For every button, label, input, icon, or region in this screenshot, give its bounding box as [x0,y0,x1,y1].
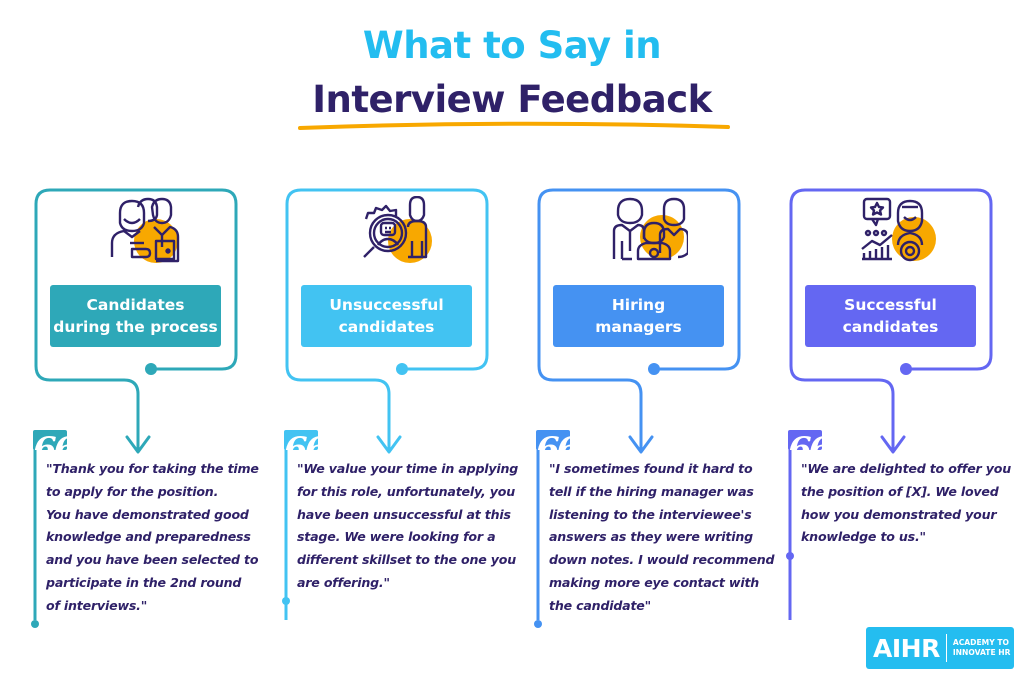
quote-line: how you demonstrated your [801,506,997,522]
quote-line: answers as they were writing [549,529,753,545]
quote-line: different skillset to the one you [297,552,516,568]
quote-line: knowledge and preparedness [46,529,251,545]
column-candidates-during-process: Candidates during the process 66 "Thank … [0,0,260,680]
quote-line: tell if the hiring manager was [549,483,754,499]
magnifier-search-candidate-icon [363,196,432,263]
logo-divider [945,634,947,662]
quote-mark-icon: 66 [33,430,67,450]
quote-line: participate in the 2nd round [46,574,242,590]
column-successful-candidates: Successful candidates 66 "We are delight… [755,0,1015,680]
successful-candidate-star-icon [861,197,936,262]
connector-dot [648,363,660,375]
connector-dot [145,363,157,375]
audience-label: Hiring managers [553,285,724,347]
logo-mark: AIHR [873,633,940,663]
feedback-quote: "I sometimes found it hard to tell if the… [549,458,775,618]
quote-line: and you have been selected to [46,552,259,568]
quote-rail-dot [282,597,290,605]
candidates-group-icon [110,197,180,263]
quote-line: the candidate" [549,597,652,613]
feedback-quote: "Thank you for taking the time to apply f… [46,458,271,618]
quote-line: have been unsuccessful at this [297,506,511,522]
audience-label: Unsuccessful candidates [301,285,472,347]
quote-line: You have demonstrated good [46,506,249,522]
feedback-quote: "We are delighted to offer you the positi… [801,458,1024,549]
quote-rail-dot [31,620,39,628]
feedback-quote: "We value your time in applying for this … [297,458,522,595]
quote-line: knowledge to us." [801,529,926,545]
quote-line: the position of [X]. We loved [801,483,999,499]
connector-dot [900,363,912,375]
quote-line: of interviews." [46,597,148,613]
quote-rail-dot [534,620,542,628]
quote-line: down notes. I would recommend [549,552,775,568]
column-unsuccessful-candidates: Unsuccessful candidates 66 "We value you… [251,0,518,680]
quote-line: "I sometimes found it hard to [549,461,753,476]
logo-tagline: ACADEMY TO INNOVATE HR [952,638,1011,657]
quote-mark-icon: 66 [284,430,318,450]
quote-line: to apply for the position. [46,483,219,499]
quote-line: listening to the interviewee's [549,506,752,522]
quote-line: stage. We were looking for a [297,529,496,545]
column-hiring-managers: Hiring managers 66 "I sometimes found it… [503,0,775,680]
connector-dot [396,363,408,375]
hiring-managers-team-icon [612,197,688,261]
quote-line: are offering." [297,574,390,590]
audience-label: Candidates during the process [50,285,221,347]
quote-line: making more eye contact with [549,574,760,590]
quote-line: "Thank you for taking the time [46,461,259,476]
quote-mark-icon: 66 [788,430,822,450]
quote-line: for this role, unfortunately, you [297,483,516,499]
quote-mark-icon: 66 [536,430,570,450]
quote-line: "We value your time in applying [297,461,519,476]
aihr-logo: AIHR ACADEMY TO INNOVATE HR [866,627,1014,669]
quote-rail-dot [786,552,794,560]
audience-label: Successful candidates [805,285,976,347]
quote-line: "We are delighted to offer you [801,461,1011,476]
